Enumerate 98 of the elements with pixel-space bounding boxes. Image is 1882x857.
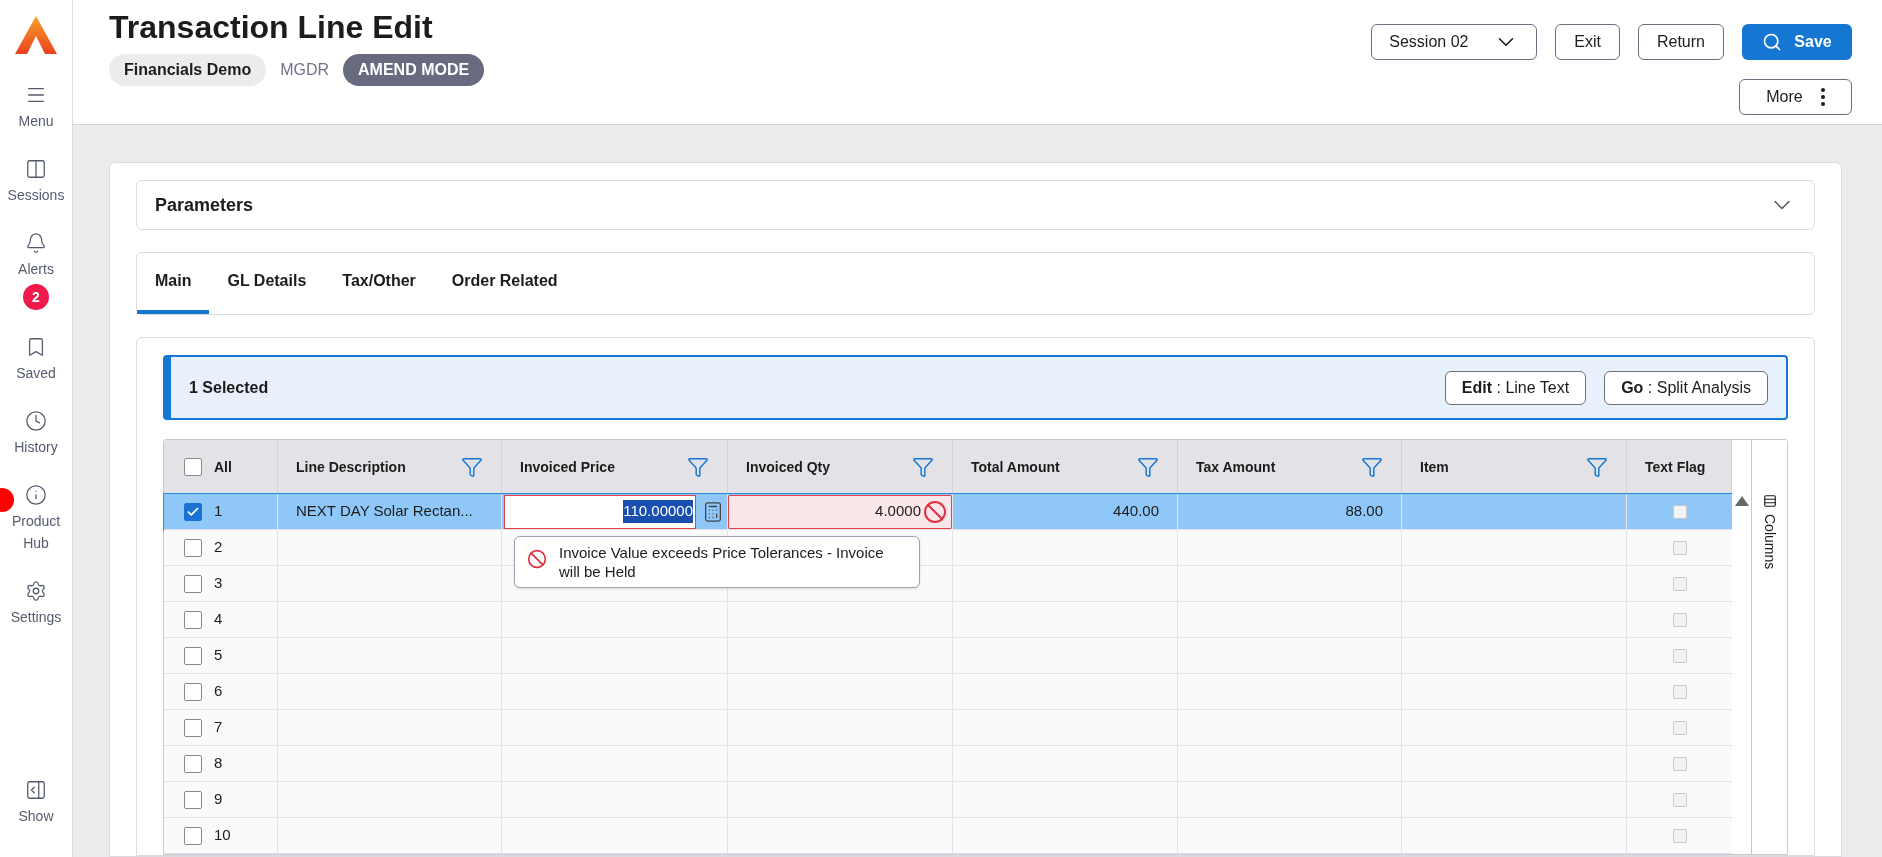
columns-panel-tab[interactable]: Columns bbox=[1759, 494, 1780, 570]
columns-icon bbox=[1762, 494, 1777, 508]
row-number: 8 bbox=[214, 753, 223, 774]
checkbox[interactable] bbox=[1672, 756, 1687, 771]
column-header: Tax Amount bbox=[1196, 457, 1276, 477]
row-number: 6 bbox=[214, 681, 223, 702]
company-tag: Financials Demo bbox=[109, 54, 267, 86]
session-dropdown[interactable]: Session 02 bbox=[1371, 24, 1538, 60]
checkbox[interactable] bbox=[184, 502, 202, 521]
sidebar-item[interactable]: Show bbox=[0, 779, 72, 827]
sidebar-item[interactable]: History bbox=[0, 410, 72, 458]
search-icon bbox=[1762, 32, 1783, 52]
tab[interactable]: Main bbox=[137, 252, 210, 314]
checkbox[interactable] bbox=[184, 538, 202, 557]
table-cell-text: 440.00 bbox=[1113, 501, 1159, 522]
page-title: Transaction Line Edit bbox=[109, 8, 434, 46]
action-button[interactable]: Go : Split Analysis bbox=[1604, 370, 1768, 405]
checkbox[interactable] bbox=[184, 574, 202, 593]
row-number: 2 bbox=[214, 537, 223, 558]
alert-count-badge: 2 bbox=[23, 284, 49, 310]
row-number: 10 bbox=[214, 825, 231, 846]
panel-icon bbox=[25, 779, 47, 801]
tab[interactable]: Order Related bbox=[433, 252, 576, 314]
column-header: Item bbox=[1420, 457, 1449, 477]
row-number: 4 bbox=[214, 609, 223, 630]
checkbox[interactable] bbox=[184, 826, 202, 845]
table-row[interactable]: 10 bbox=[164, 818, 1732, 854]
column-header: Line Description bbox=[296, 457, 406, 477]
company-code: MGDR bbox=[280, 60, 330, 80]
checkbox[interactable] bbox=[1672, 828, 1687, 843]
row-number: 1 bbox=[214, 501, 223, 522]
logo-icon bbox=[15, 16, 57, 54]
header-button[interactable]: Exit bbox=[1555, 24, 1620, 60]
checkbox[interactable] bbox=[184, 754, 202, 773]
info-icon bbox=[25, 484, 47, 506]
tab[interactable]: GL Details bbox=[209, 252, 325, 314]
table-row[interactable]: 7 bbox=[164, 710, 1732, 746]
column-header: Text Flag bbox=[1645, 457, 1706, 477]
filter-icon[interactable] bbox=[461, 456, 483, 478]
mode-badge: AMEND MODE bbox=[343, 54, 485, 86]
sidebar-item[interactable]: Menu bbox=[0, 84, 72, 132]
sidebar-item[interactable]: Alerts bbox=[0, 232, 72, 280]
cards-icon bbox=[25, 158, 47, 180]
more-icon bbox=[1820, 88, 1825, 106]
checkbox[interactable] bbox=[1672, 612, 1687, 627]
calculator-icon[interactable] bbox=[702, 500, 724, 523]
sidebar-item[interactable]: Saved bbox=[0, 336, 72, 384]
checkbox[interactable] bbox=[1672, 540, 1687, 555]
error-tooltip: Invoice Value exceeds Price Tolerances - Invoice will be Held bbox=[514, 536, 920, 588]
clock-icon bbox=[25, 410, 47, 432]
checkbox[interactable] bbox=[184, 790, 202, 809]
sidebar-item[interactable]: Settings bbox=[0, 580, 72, 628]
row-number: 9 bbox=[214, 789, 223, 810]
parameters-panel[interactable]: Parameters bbox=[136, 180, 1815, 230]
action-button[interactable]: Edit : Line Text bbox=[1444, 370, 1587, 405]
table-row[interactable]: 4 bbox=[164, 602, 1732, 638]
row-number: 7 bbox=[214, 717, 223, 738]
checkbox[interactable] bbox=[1672, 504, 1687, 519]
settings-icon bbox=[25, 580, 47, 602]
checkbox[interactable] bbox=[1672, 720, 1687, 735]
selection-count: 1 Selected bbox=[189, 377, 269, 398]
checkbox[interactable] bbox=[184, 646, 202, 665]
checkbox[interactable] bbox=[184, 610, 202, 629]
header-button[interactable]: Return bbox=[1637, 24, 1724, 60]
column-header: Invoiced Price bbox=[520, 457, 615, 477]
column-header: Invoiced Qty bbox=[746, 457, 831, 477]
sidebar-item[interactable]: Product Hub bbox=[0, 484, 72, 554]
bell-icon bbox=[25, 232, 47, 254]
scroll-up-icon[interactable] bbox=[1734, 496, 1749, 506]
checkbox[interactable] bbox=[1672, 648, 1687, 663]
row-number: 5 bbox=[214, 645, 223, 666]
checkbox[interactable] bbox=[184, 682, 202, 701]
checkbox[interactable] bbox=[1672, 684, 1687, 699]
table-row[interactable]: 9 bbox=[164, 782, 1732, 818]
checkbox[interactable] bbox=[1672, 576, 1687, 591]
save-button[interactable]: Save bbox=[1742, 24, 1852, 60]
table-cell-text: 88.00 bbox=[1345, 501, 1383, 522]
checkbox[interactable] bbox=[184, 458, 202, 476]
tab[interactable]: Tax/Other bbox=[324, 252, 434, 314]
error-icon bbox=[527, 549, 547, 569]
error-icon bbox=[923, 499, 947, 524]
price-input[interactable]: 110.00000 bbox=[504, 494, 696, 529]
table-row[interactable]: 5 bbox=[164, 638, 1732, 674]
filter-icon[interactable] bbox=[1361, 456, 1383, 478]
column-header: All bbox=[214, 457, 232, 477]
filter-icon[interactable] bbox=[1586, 456, 1608, 478]
table-row[interactable]: 6 bbox=[164, 674, 1732, 710]
sidebar-item[interactable]: Sessions bbox=[0, 158, 72, 206]
column-header: Total Amount bbox=[971, 457, 1060, 477]
table-cell-text: NEXT DAY Solar Rectan... bbox=[296, 501, 473, 522]
filter-icon[interactable] bbox=[912, 456, 934, 478]
checkbox[interactable] bbox=[184, 718, 202, 737]
more-button[interactable]: More bbox=[1739, 79, 1852, 115]
filter-icon[interactable] bbox=[1137, 456, 1159, 478]
checkbox[interactable] bbox=[1672, 792, 1687, 807]
table-row[interactable]: 8 bbox=[164, 746, 1732, 782]
filter-icon[interactable] bbox=[687, 456, 709, 478]
quantity-field[interactable]: 4.0000 bbox=[728, 494, 952, 529]
